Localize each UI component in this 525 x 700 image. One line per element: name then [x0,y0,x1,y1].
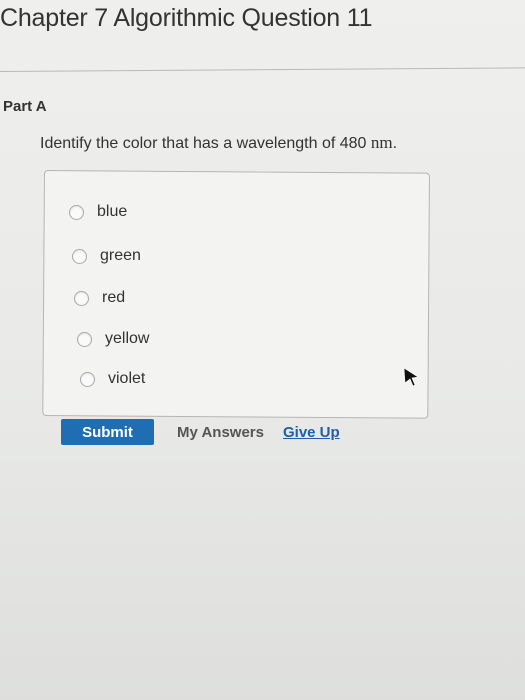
submit-button[interactable]: Submit [61,419,154,445]
option-violet[interactable]: violet [80,370,145,388]
header-divider [0,67,525,72]
page-title: Chapter 7 Algorithmic Question 11 [0,4,373,32]
part-label: Part A [3,98,47,115]
option-red[interactable]: red [74,289,125,307]
question-period: . [392,135,398,152]
mouse-pointer-icon [403,367,419,387]
radio-button[interactable] [72,248,87,264]
radio-button[interactable] [69,204,84,220]
radio-button[interactable] [74,290,89,306]
option-label: violet [108,370,146,387]
question-text: Identify the color that has a wavelength… [40,133,397,153]
question-body: Identify the color that has a wavelength… [40,135,371,152]
radio-button[interactable] [80,371,95,387]
option-label: red [102,289,126,306]
option-green[interactable]: green [72,247,141,265]
option-label: green [100,247,141,264]
option-yellow[interactable]: yellow [77,330,149,348]
my-answers-link[interactable]: My Answers [177,424,264,441]
option-label: blue [97,203,128,220]
option-label: yellow [105,330,150,347]
radio-button[interactable] [77,331,92,347]
give-up-link[interactable]: Give Up [283,424,340,441]
option-blue[interactable]: blue [69,203,127,221]
question-unit: nm [370,133,393,152]
